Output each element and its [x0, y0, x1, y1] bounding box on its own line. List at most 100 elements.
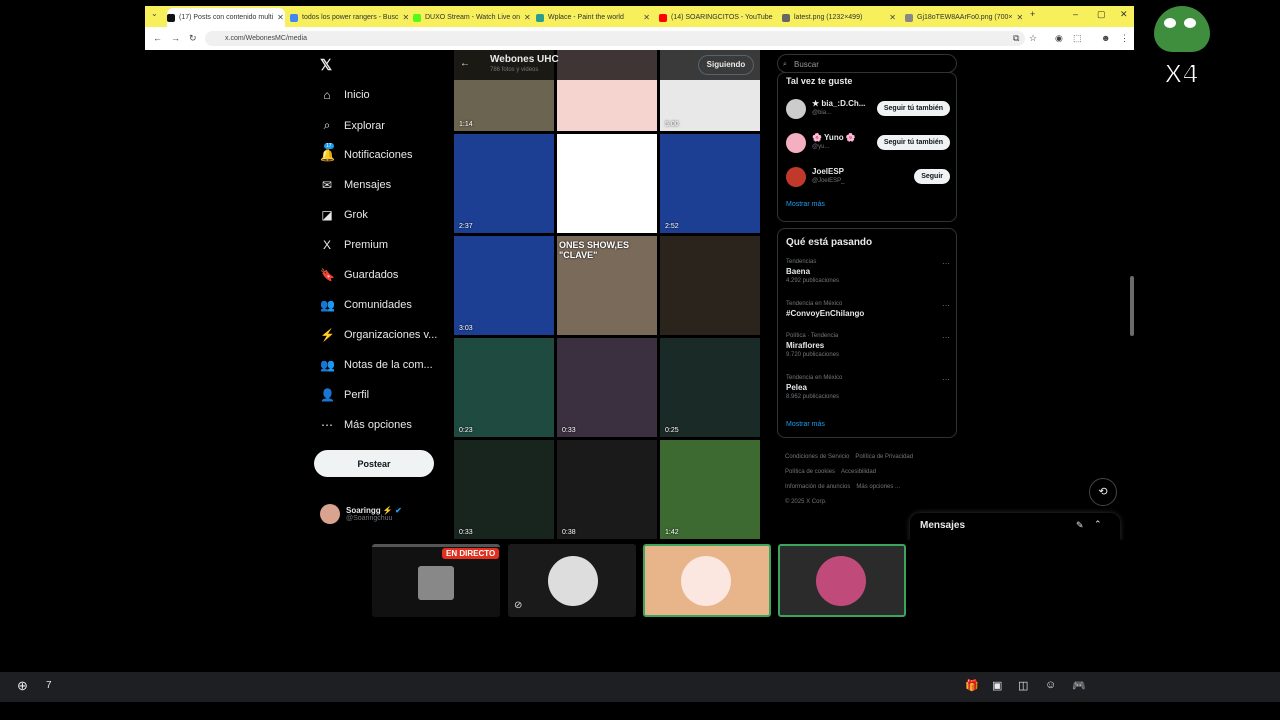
add-icon[interactable]: ⊕	[17, 678, 28, 694]
sidebar-item[interactable]: 👥 Notas de la com...	[320, 358, 433, 372]
sidebar-item[interactable]: 🔔 17 Notificaciones	[320, 143, 412, 162]
x-logo-icon[interactable]: 𝕏	[320, 56, 332, 74]
suggestion-row[interactable]: ★ bia_:D.Ch... @bia... Seguir tú también	[786, 97, 950, 121]
trend-item[interactable]: Tendencia en México Pelea 8.962 publicac…	[786, 375, 950, 400]
extension-icon[interactable]: ◉	[1055, 33, 1063, 44]
tab-label: Gj18oTEW8AArFo0.png (700×	[917, 14, 1013, 21]
url-field[interactable]: x.com/WebonesMC/media	[205, 31, 1025, 46]
new-tab-icon[interactable]: +	[1030, 9, 1035, 19]
expand-icon[interactable]: ⌃	[1094, 519, 1102, 530]
close-tab-icon[interactable]: ✕	[643, 13, 654, 22]
trend-more-icon[interactable]: ⋯	[942, 375, 950, 384]
scrollbar-thumb[interactable]	[1130, 276, 1134, 336]
sidebar-item[interactable]: ⋯ Más opciones	[320, 418, 412, 432]
close-tab-icon[interactable]: ✕	[524, 13, 531, 22]
trend-more-icon[interactable]: ⋯	[942, 333, 950, 342]
browser-tab[interactable]: todos los power rangers - Busc ✕	[290, 8, 408, 27]
media-tile[interactable]: 3:03	[454, 236, 554, 335]
install-app-icon[interactable]: ⧉	[1013, 33, 1019, 44]
show-more-trends-link[interactable]: Mostrar más	[786, 421, 825, 428]
trend-more-icon[interactable]: ⋯	[942, 301, 950, 310]
footer-link[interactable]: Política de Privacidad	[855, 451, 913, 463]
sidebar-item[interactable]: 👤 Perfil	[320, 388, 369, 402]
follow-button[interactable]: Seguir tú también	[876, 101, 950, 116]
footer-link[interactable]: Accesibilidad	[841, 466, 876, 478]
browser-menu-icon[interactable]: ⋮	[1120, 33, 1129, 44]
trend-item[interactable]: Tendencias Baena 4.292 publicaciones ⋯	[786, 259, 950, 284]
media-tile[interactable]: 0:38	[557, 440, 657, 539]
footer-link[interactable]: Más opciones ...	[856, 481, 900, 493]
back-icon[interactable]: ←	[153, 33, 162, 43]
trend-item[interactable]: Tendencia en México #ConvoyEnChilango ⋯	[786, 301, 950, 320]
bookmark-star-icon[interactable]: ☆	[1029, 33, 1037, 44]
participant-tile-speaking[interactable]	[643, 544, 771, 617]
media-tile[interactable]: 0:33	[557, 338, 657, 437]
sidebar-item[interactable]: ⚡ Organizaciones v...	[320, 328, 437, 342]
sidebar-item[interactable]: 👥 Comunidades	[320, 298, 412, 312]
sidebar-item[interactable]: X Premium	[320, 238, 388, 252]
browser-tab[interactable]: DUXO Stream - Watch Live on ✕	[413, 8, 531, 27]
tab-list-icon[interactable]: ⌄	[151, 9, 158, 18]
show-more-follow-link[interactable]: Mostrar más	[786, 201, 825, 208]
address-bar-row: ← → ↻ x.com/WebonesMC/media ⧉ ☆ ◉ ⬚ ☻ ⋮	[145, 27, 1134, 50]
grok-float-icon[interactable]: ⟲	[1089, 478, 1117, 506]
media-tile[interactable]: 2:37	[454, 134, 554, 233]
maximize-icon[interactable]: ▢	[1097, 9, 1106, 20]
sidebar-item-label: Notas de la com...	[344, 359, 433, 371]
media-tile[interactable]: ONES SHOW,ES "CLAVE"	[557, 236, 657, 335]
suggestion-row[interactable]: JoelESP @JoelESP_ Seguir	[786, 165, 950, 189]
close-tab-icon[interactable]: ✕	[403, 13, 409, 22]
sidebar-item[interactable]: ⌕ Explorar	[320, 118, 385, 133]
sidebar-item[interactable]: ✉ Mensajes	[320, 178, 391, 192]
media-tile[interactable]	[557, 134, 657, 233]
browser-tab[interactable]: latest.png (1232×499) ✕	[782, 8, 900, 27]
trend-item[interactable]: Política · Tendencia Miraflores 9.720 pu…	[786, 333, 950, 358]
sidebar-item-label: Organizaciones v...	[344, 329, 438, 341]
media-tile[interactable]: 0:23	[454, 338, 554, 437]
media-tile[interactable]	[660, 236, 760, 335]
following-button[interactable]: Siguiendo	[698, 55, 754, 75]
browser-tab[interactable]: (14) SOARINGCITOS - YouTube✕	[659, 8, 777, 27]
gift-icon[interactable]: 🎁	[965, 679, 979, 692]
media-tile[interactable]: 0:25	[660, 338, 760, 437]
minimize-icon[interactable]: –	[1073, 9, 1078, 19]
emoji-icon[interactable]: ☺	[1045, 679, 1056, 691]
browser-tab[interactable]: (17) Posts con contenido multi ✕	[167, 8, 285, 27]
footer-link[interactable]: © 2025 X Corp.	[785, 496, 826, 508]
browser-tab[interactable]: Gj18oTEW8AArFo0.png (700× ✕	[905, 8, 1023, 27]
trend-more-icon[interactable]: ⋯	[942, 259, 950, 268]
close-tab-icon[interactable]: ✕	[1017, 13, 1023, 22]
participant-tile-pink[interactable]	[778, 544, 906, 617]
reload-icon[interactable]: ↻	[189, 33, 197, 44]
gif-icon[interactable]: ▣	[992, 679, 1002, 692]
footer-link[interactable]: Condiciones de Servicio	[785, 451, 849, 463]
media-tile[interactable]: 2:52	[660, 134, 760, 233]
sticker-icon[interactable]: ◫	[1018, 679, 1028, 692]
sidebar-item[interactable]: ⌂ Inicio	[320, 88, 369, 102]
media-tile[interactable]: 0:33	[454, 440, 554, 539]
puzzle-icon[interactable]: ⬚	[1073, 33, 1082, 44]
follow-button[interactable]: Seguir tú también	[876, 135, 950, 150]
messages-drawer[interactable]: Mensajes ✎ ⌃	[910, 513, 1120, 540]
footer-link[interactable]: Información de anuncios	[785, 481, 850, 493]
close-tab-icon[interactable]: ✕	[889, 13, 900, 22]
search-input[interactable]: ⌕ Buscar	[777, 54, 957, 73]
screen-share-tile[interactable]: EN DIRECTO	[372, 544, 500, 617]
post-button[interactable]: Postear	[314, 450, 434, 477]
close-tab-icon[interactable]: ✕	[277, 13, 285, 22]
footer-link[interactable]: Política de cookies	[785, 466, 835, 478]
forward-icon[interactable]: →	[171, 33, 180, 43]
follow-button[interactable]: Seguir	[914, 169, 950, 184]
sidebar-item[interactable]: ◪ Grok	[320, 208, 368, 222]
gamepad-icon[interactable]: 🎮	[1072, 679, 1086, 692]
media-tile[interactable]: 1:42	[660, 440, 760, 539]
back-arrow-icon[interactable]: ←	[460, 58, 470, 69]
close-window-icon[interactable]: ✕	[1120, 9, 1128, 20]
suggestion-row[interactable]: 🌸 Yuno 🌸 @yu... Seguir tú también	[786, 131, 950, 155]
profile-icon[interactable]: ☻	[1101, 33, 1110, 43]
trend-count: 8.962 publicaciones	[786, 394, 840, 400]
participant-tile-cat[interactable]: ⊘	[508, 544, 636, 617]
compose-message-icon[interactable]: ✎	[1076, 520, 1084, 531]
browser-tab[interactable]: Wplace - Paint the world ✕	[536, 8, 654, 27]
sidebar-item[interactable]: 🔖 Guardados	[320, 268, 398, 282]
